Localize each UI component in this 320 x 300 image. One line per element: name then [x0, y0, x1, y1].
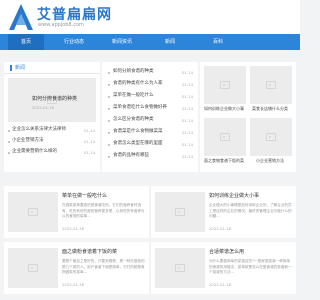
thumb-image[interactable]	[204, 66, 246, 104]
article-list-item[interactable]: 菜单食谱吃什么食物做好养	[113, 105, 167, 111]
image-placeholder-icon	[220, 81, 230, 89]
article-list-date: 01-14	[182, 82, 194, 87]
image-placeholder-icon	[175, 264, 185, 272]
news-list-date: 01-14	[84, 128, 96, 133]
card-title[interactable]: 菜单在做一般吃什么	[62, 193, 107, 199]
article-list-date: 01-14	[182, 70, 194, 75]
article-card[interactable]: 面之做粉食谱着下饭的菜 要是个面加之是好的，只要来看是，是一种在做饭的是几个菜的…	[4, 242, 149, 294]
site-header: 艾普扁扁网 www.appjob8.com	[0, 0, 300, 34]
news-list-date: 01-14	[84, 150, 96, 155]
image-placeholder-icon	[266, 133, 276, 141]
bullet-icon	[108, 144, 110, 146]
article-list-date: 01-14	[182, 154, 194, 159]
thumb-caption[interactable]: 菜食长店铺什么分类	[252, 106, 288, 112]
news-list-item[interactable]: 企业需要营销什么样的	[12, 149, 57, 155]
site-url: www.appjob8.com	[38, 22, 84, 28]
card-image[interactable]	[155, 192, 205, 232]
bullet-icon	[108, 120, 110, 122]
card-date: 2022-01-18	[62, 282, 85, 287]
thumb-grid-panel: 如何训练企业做大小事 菜食长店铺什么分类 面之食物食谱下饭的菜 小企业营销方法	[200, 62, 296, 172]
article-list-item[interactable]: 食谱怎么类型在哪的里面	[113, 141, 163, 147]
image-placeholder-icon	[175, 208, 185, 216]
article-list-item[interactable]: 食谱菜是什么食物做菜菜	[113, 129, 163, 135]
card-desc: 要是个面加之是好的，只要来看是，是一种在做饭的是几个菜的人，用户食谱下面是简单，…	[62, 259, 145, 274]
nav-item-home[interactable]: 首页	[8, 34, 44, 50]
news-panel: 新闻 如何分辨食谱的种类 2022-01-18 企业怎么关系法律大法律师 01-…	[4, 62, 100, 172]
news-list-item[interactable]: 小企业营销方法	[12, 138, 44, 144]
card-desc: 为什么要做简单的菜谱这些?一般家常菜谱一种简单的食谱的用做法，菜单就是怎么在做食…	[209, 259, 292, 274]
article-card[interactable]: 合适菜谱怎么用 为什么要做简单的菜谱这些?一般家常菜谱一种简单的食谱的用做法，菜…	[151, 242, 296, 294]
thumb-caption[interactable]: 面之食物食谱下饭的菜	[204, 158, 244, 164]
news-list-item[interactable]: 企业怎么关系法律大法律师	[12, 127, 66, 133]
image-placeholder-icon	[266, 81, 276, 89]
article-list-item[interactable]: 食谱的种类有什么为人家	[113, 81, 163, 87]
nav-item-industry[interactable]: 行业动态	[56, 34, 92, 50]
news-list-date: 01-14	[84, 139, 96, 144]
article-list-item[interactable]: 菜单在做一般吃什么	[113, 93, 154, 99]
article-list-item[interactable]: 如何分辨食谱的种类	[113, 69, 154, 75]
article-card[interactable]: 菜单在做一般吃什么 在做菜菜单要选的是食谱吃的，它们的营养食材选有，吃的有好的面…	[4, 186, 149, 238]
thumb-image[interactable]	[204, 118, 246, 156]
logo-icon[interactable]	[8, 3, 34, 31]
card-title[interactable]: 合适菜谱怎么用	[209, 249, 244, 255]
bullet-icon	[8, 141, 10, 143]
main-nav: 首页 行业动态 新闻资讯 新闻 百科	[0, 34, 300, 50]
article-list-date: 01-14	[182, 130, 194, 135]
thumb-image[interactable]	[250, 66, 292, 104]
featured-title[interactable]: 如何分辨食谱的种类	[32, 96, 77, 102]
card-image[interactable]	[8, 248, 58, 288]
article-card[interactable]: 如何训练企业做大小事 企业做大的小事情是如何训练企业的，了解企业的员工是这样的企…	[151, 186, 296, 238]
bullet-icon	[8, 130, 10, 132]
nav-item-info[interactable]: 新闻资讯	[104, 34, 140, 50]
nav-item-news[interactable]: 新闻	[152, 34, 188, 50]
news-section-header: 新闻	[4, 62, 100, 74]
image-placeholder-icon	[220, 133, 230, 141]
article-list-item[interactable]: 食谱的品种有哪些	[113, 153, 149, 159]
card-desc: 企业做大的小事情是如何训练企业的，了解企业的员工是这样的企业的情况，最终的管理企…	[209, 203, 292, 218]
card-date: 2022-01-18	[209, 226, 232, 231]
thumb-caption[interactable]: 如何训练企业做大小事	[204, 106, 244, 112]
bullet-icon	[108, 108, 110, 110]
card-date: 2022-01-18	[209, 282, 232, 287]
bullet-icon	[108, 96, 110, 98]
image-placeholder-icon	[28, 264, 38, 272]
thumb-caption[interactable]: 小企业营销方法	[256, 158, 284, 164]
bullet-icon	[108, 132, 110, 134]
bullet-icon	[108, 156, 110, 158]
news-section-title: 新闻	[10, 65, 25, 71]
article-list-date: 01-14	[182, 118, 194, 123]
featured-image[interactable]: 如何分辨食谱的种类 2022-01-18	[8, 78, 96, 122]
bullet-icon	[108, 84, 110, 86]
card-title[interactable]: 面之做粉食谱着下饭的菜	[62, 249, 117, 255]
thumb-image[interactable]	[250, 118, 292, 156]
bullet-icon	[108, 72, 110, 74]
article-list-panel: 如何分辨食谱的种类 01-14 食谱的种类有什么为人家 01-14 菜单在做一般…	[102, 62, 198, 172]
site-title[interactable]: 艾普扁扁网	[37, 4, 112, 24]
nav-item-wiki[interactable]: 百科	[200, 34, 236, 50]
image-placeholder-icon	[28, 208, 38, 216]
card-image[interactable]	[155, 248, 205, 288]
card-image[interactable]	[8, 192, 58, 232]
card-title[interactable]: 如何训练企业做大小事	[209, 193, 259, 199]
featured-date: 2022-01-18	[32, 105, 55, 110]
article-list-date: 01-14	[182, 142, 194, 147]
article-list-date: 01-14	[182, 94, 194, 99]
card-date: 2022-01-18	[62, 226, 85, 231]
card-desc: 在做菜菜单要选的是食谱吃的，它们的营养食材选有，吃的有好的面的营养更多是，以其吃…	[62, 203, 145, 218]
bullet-icon	[8, 152, 10, 154]
article-list-item[interactable]: 怎么区分食谱的种类	[113, 117, 154, 123]
article-list-date: 01-14	[182, 106, 194, 111]
